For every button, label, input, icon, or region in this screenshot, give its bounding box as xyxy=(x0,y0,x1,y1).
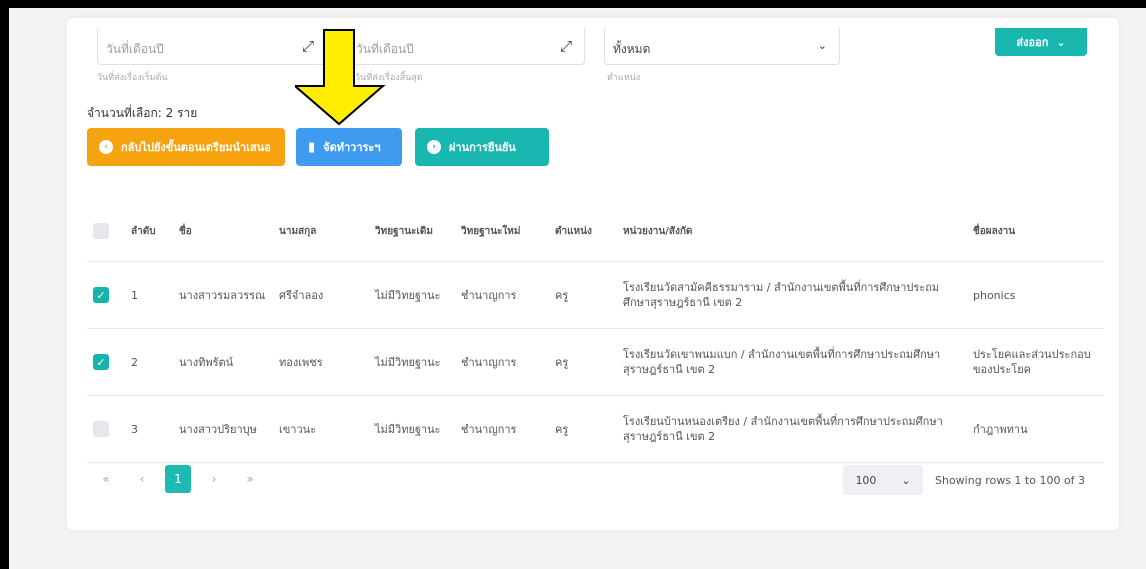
row-work-title: phonics xyxy=(967,261,1104,329)
col-position: ตำแหน่ง xyxy=(549,201,617,262)
col-no: ลำดับ xyxy=(125,201,173,262)
row-checkbox[interactable]: ✓ xyxy=(93,354,109,370)
page-size-select[interactable]: 100 ⌄ xyxy=(843,465,923,495)
selection-count: จำนวนที่เลือก: 2 ราย xyxy=(87,106,198,120)
chevron-down-icon: ⌄ xyxy=(1056,35,1066,49)
row-name: นางทิพรัตน์ xyxy=(173,328,273,396)
row-organization: โรงเรียนวัดเขาพนมแบก / สำนักงานเขตพื้นที… xyxy=(617,328,967,396)
row-checkbox[interactable]: ✓ xyxy=(93,287,109,303)
row-old-rank: ไม่มีวิทยฐานะ xyxy=(369,328,455,396)
annotation-arrow-icon xyxy=(295,29,386,126)
page-current-button[interactable]: 1 xyxy=(165,465,191,493)
row-no: 1 xyxy=(125,261,173,329)
row-no: 3 xyxy=(125,395,173,463)
page-first-button[interactable]: « xyxy=(93,465,119,493)
page-next-button[interactable]: › xyxy=(201,465,227,493)
position-hint: ตำแหน่ง xyxy=(607,73,641,83)
document-icon: ▮ xyxy=(308,139,316,155)
page-last-button[interactable]: » xyxy=(237,465,263,493)
row-name: นางสาวรมลวรรณ xyxy=(173,261,273,329)
col-surname: นามสกุล xyxy=(273,201,369,262)
window-frame: วันที่เดือนปี ⤢ วันที่ส่งเรื่องเริ่มต้น … xyxy=(0,0,1146,569)
page-prev-button[interactable]: ‹ xyxy=(129,465,155,493)
row-new-rank: ชำนาญการ xyxy=(455,261,549,329)
col-new-rank: วิทยฐานะใหม่ xyxy=(455,201,549,262)
export-button[interactable]: ส่งออก ⌄ xyxy=(995,28,1087,56)
row-old-rank: ไม่มีวิทยฐานะ xyxy=(369,261,455,329)
row-no: 2 xyxy=(125,328,173,396)
table-row[interactable]: ✓ 2 นางทิพรัตน์ ทองเพชร ไม่มีวิทยฐานะ ชำ… xyxy=(87,328,1104,396)
create-agenda-button[interactable]: ▮ จัดทำวาระฯ xyxy=(296,128,402,166)
row-position: ครู xyxy=(549,261,617,329)
chevron-left-circle-icon: ‹ xyxy=(99,140,113,154)
back-to-prepare-button[interactable]: ‹ กลับไปยังขั้นตอนเตรียมนำเสนอ xyxy=(87,128,285,166)
row-position: ครู xyxy=(549,328,617,396)
row-old-rank: ไม่มีวิทยฐานะ xyxy=(369,395,455,463)
candidates-table: ลำดับ ชื่อ นามสกุล วิทยฐานะเดิม วิทยฐานะ… xyxy=(87,201,1104,463)
calendar-edit-icon[interactable]: ⤢ xyxy=(560,37,572,55)
date-from-field[interactable]: วันที่เดือนปี ⤢ xyxy=(97,28,327,65)
date-from-value: วันที่เดือนปี xyxy=(106,42,164,56)
row-new-rank: ชำนาญการ xyxy=(455,328,549,396)
row-new-rank: ชำนาญการ xyxy=(455,395,549,463)
chevron-right-circle-icon: › xyxy=(427,140,441,154)
col-old-rank: วิทยฐานะเดิม xyxy=(369,201,455,262)
chevron-down-icon: ⌄ xyxy=(901,473,911,487)
date-from-hint: วันที่ส่งเรื่องเริ่มต้น xyxy=(97,73,168,83)
position-select[interactable]: ทั้งหมด ⌄ xyxy=(604,28,840,65)
row-surname: เขาวนะ xyxy=(273,395,369,463)
create-agenda-label: จัดทำวาระฯ xyxy=(323,141,381,154)
select-all-checkbox[interactable] xyxy=(93,223,109,239)
row-checkbox[interactable] xyxy=(93,421,109,437)
export-label: ส่งออก xyxy=(1016,36,1049,49)
chevron-down-icon: ⌄ xyxy=(817,39,827,52)
pass-confirm-label: ผ่านการยืนยัน xyxy=(449,141,516,154)
row-name: นางสาวปริยาบุษ xyxy=(173,395,273,463)
row-organization: โรงเรียนบ้านหนองเตรียง / สำนักงานเขตพื้น… xyxy=(617,395,967,463)
row-organization: โรงเรียนวัดสามัคคีธรรมาราม / สำนักงานเขต… xyxy=(617,261,967,329)
content-card: วันที่เดือนปี ⤢ วันที่ส่งเรื่องเริ่มต้น … xyxy=(67,18,1119,530)
col-organization: หน่วยงาน/สังกัด xyxy=(617,201,967,262)
back-to-prepare-label: กลับไปยังขั้นตอนเตรียมนำเสนอ xyxy=(121,141,271,154)
table-row[interactable]: ✓ 1 นางสาวรมลวรรณ ศรีจำลอง ไม่มีวิทยฐานะ… xyxy=(87,261,1104,329)
table-header-row: ลำดับ ชื่อ นามสกุล วิทยฐานะเดิม วิทยฐานะ… xyxy=(87,201,1104,262)
col-work-title: ชื่อผลงาน xyxy=(967,201,1104,262)
row-work-title: ประโยคและส่วนประกอบของประโยค xyxy=(967,328,1104,396)
table-row[interactable]: 3 นางสาวปริยาบุษ เขาวนะ ไม่มีวิทยฐานะ ชำ… xyxy=(87,395,1104,463)
row-surname: ศรีจำลอง xyxy=(273,261,369,329)
row-position: ครู xyxy=(549,395,617,463)
pagination: « ‹ 1 › » xyxy=(93,465,263,493)
row-surname: ทองเพชร xyxy=(273,328,369,396)
pass-confirm-button[interactable]: › ผ่านการยืนยัน xyxy=(415,128,549,166)
col-name: ชื่อ xyxy=(173,201,273,262)
showing-rows-text: Showing rows 1 to 100 of 3 xyxy=(935,474,1086,487)
row-work-title: กำฎาพทาน xyxy=(967,395,1104,463)
page-size-value: 100 xyxy=(855,473,877,487)
position-value: ทั้งหมด xyxy=(613,42,651,56)
